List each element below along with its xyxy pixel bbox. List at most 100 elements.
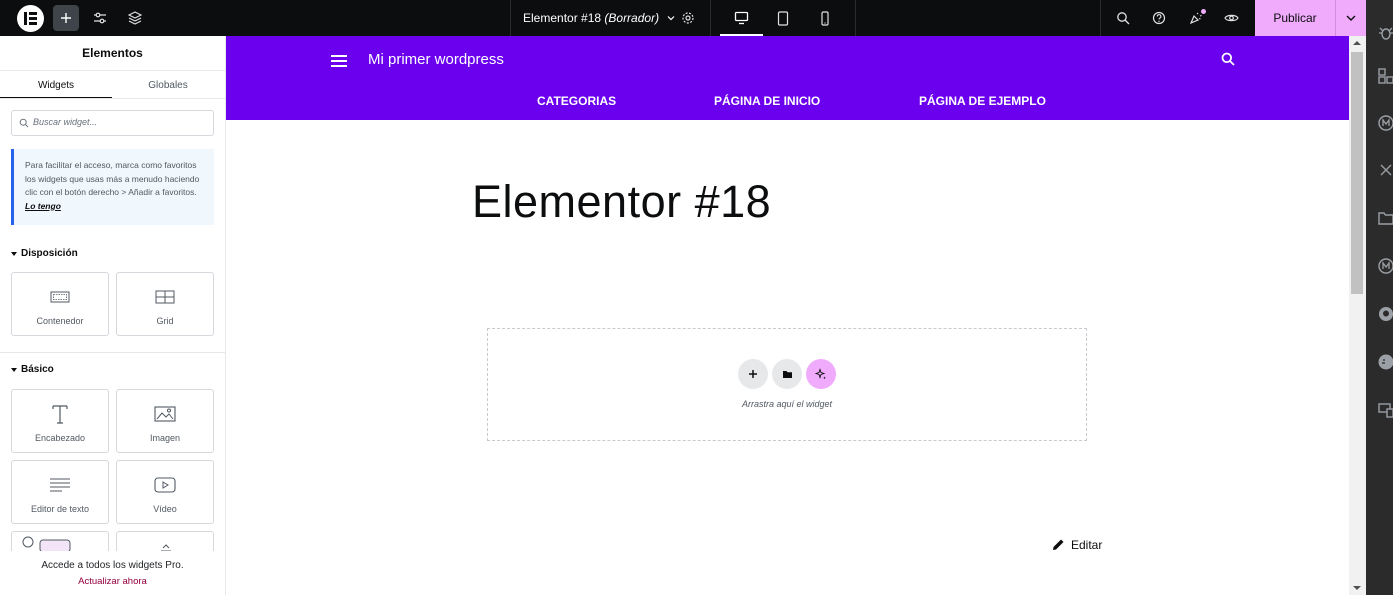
search-icon: [19, 118, 29, 128]
scroll-thumb[interactable]: [1351, 52, 1363, 294]
document-status: (Borrador): [604, 11, 660, 25]
widget-partial[interactable]: [11, 531, 109, 552]
widget-label: Contenedor: [36, 316, 84, 326]
tablet-view-button[interactable]: [770, 5, 796, 31]
mobile-view-button[interactable]: [812, 5, 838, 31]
desktop-view-button[interactable]: [728, 5, 754, 31]
widget-label: Encabezado: [34, 433, 86, 443]
pro-promo: Accede a todos los widgets Pro. Actualiz…: [0, 551, 225, 595]
widget-editor-de-texto[interactable]: Editor de texto: [11, 460, 109, 524]
widget-contenedor[interactable]: Contenedor: [11, 272, 109, 336]
nav-item-pagina-de-inicio[interactable]: PÁGINA DE INICIO: [714, 94, 820, 108]
divider: [1100, 0, 1101, 36]
m-logo-icon[interactable]: [1378, 258, 1393, 274]
divider: [855, 0, 856, 36]
widget-encabezado[interactable]: Encabezado: [11, 389, 109, 453]
tab-globales[interactable]: Globales: [112, 72, 224, 99]
chevron-down-icon: [1346, 15, 1356, 21]
upgrade-link[interactable]: Actualizar ahora: [0, 576, 225, 587]
widget-label: Editor de texto: [30, 504, 90, 514]
nav-item-categorias[interactable]: CATEGORIAS: [537, 94, 616, 108]
desktop-icon: [734, 11, 748, 25]
page-settings-icon: [682, 12, 694, 24]
tablet-icon: [777, 10, 789, 26]
elements-panel: Elementos Widgets Globales Para facilita…: [0, 36, 226, 595]
tools-icon[interactable]: [1378, 162, 1393, 178]
divider: [510, 0, 511, 36]
widget-search: [11, 110, 214, 136]
promo-text: Accede a todos los widgets Pro.: [41, 560, 184, 571]
heading-icon: [52, 405, 68, 424]
plus-icon: [749, 370, 757, 378]
finder-button[interactable]: [1110, 5, 1136, 31]
search-input[interactable]: [33, 117, 203, 127]
add-element-button[interactable]: [53, 5, 79, 31]
search-icon[interactable]: [1221, 52, 1235, 66]
help-icon: [1152, 11, 1166, 25]
notification-dot: [1201, 9, 1206, 14]
divider: [710, 0, 711, 36]
preview-icon: [1223, 14, 1239, 22]
devices-icon[interactable]: [1378, 402, 1393, 418]
section-toggle-basico[interactable]: Básico: [11, 364, 54, 375]
scroll-up-arrow-icon[interactable]: [1353, 41, 1361, 45]
dropzone-hint: Arrastra aquí el widget: [741, 399, 833, 409]
empty-section-dropzone[interactable]: Arrastra aquí el widget: [487, 328, 1087, 441]
panel-title: Elementos: [0, 36, 225, 71]
grid-icon: [155, 290, 175, 304]
elementor-logo-icon[interactable]: [17, 5, 44, 32]
site-title[interactable]: Mi primer wordpress: [368, 51, 504, 68]
widget-label: Vídeo: [153, 504, 177, 514]
document-title: Elementor #18: [523, 11, 602, 25]
publish-button[interactable]: Publicar: [1255, 0, 1335, 36]
divider: [0, 98, 225, 99]
folder-icon[interactable]: [1378, 210, 1393, 226]
m-logo-icon[interactable]: [1378, 115, 1393, 131]
widget-imagen[interactable]: Imagen: [116, 389, 214, 453]
structure-icon: [128, 11, 142, 25]
tab-widgets[interactable]: Widgets: [0, 72, 112, 99]
page-settings-button[interactable]: [675, 5, 701, 31]
layout-icon[interactable]: [1378, 68, 1393, 84]
edit-label: Editar: [1071, 537, 1103, 552]
caret-down-icon: [11, 367, 17, 372]
document-title-dropdown[interactable]: Elementor #18 (Borrador): [523, 11, 676, 25]
publish-options-button[interactable]: [1336, 0, 1366, 36]
bug-icon[interactable]: [1378, 25, 1393, 41]
scroll-down-arrow-icon[interactable]: [1353, 586, 1361, 590]
structure-button[interactable]: [122, 5, 148, 31]
json-icon[interactable]: [1378, 354, 1393, 370]
menu-icon[interactable]: [331, 55, 347, 67]
nav-item-pagina-de-ejemplo[interactable]: PÁGINA DE EJEMPLO: [919, 94, 1046, 108]
edit-button[interactable]: Editar: [1051, 537, 1102, 552]
text-editor-icon: [50, 478, 70, 492]
notice-text: Para facilitar el acceso, marca como fav…: [25, 160, 200, 197]
add-section-button[interactable]: [738, 359, 768, 389]
section-title: Básico: [21, 364, 54, 375]
notice-dismiss-link[interactable]: Lo tengo: [25, 201, 61, 211]
pencil-icon: [1053, 539, 1064, 550]
widget-label: Grid: [156, 316, 174, 326]
section-title: Disposición: [21, 248, 78, 259]
help-button[interactable]: [1146, 5, 1172, 31]
preview-scrollbar[interactable]: [1349, 36, 1366, 595]
image-icon: [154, 406, 176, 422]
ai-sparkle-icon: [815, 368, 826, 380]
video-icon: [154, 477, 176, 493]
caret-down-icon: [11, 251, 17, 256]
site-settings-icon: [94, 12, 106, 24]
widget-grid[interactable]: Grid: [116, 272, 214, 336]
site-settings-button[interactable]: [87, 5, 113, 31]
widget-video[interactable]: Vídeo: [116, 460, 214, 524]
ai-generate-button[interactable]: [806, 359, 836, 389]
preview-button[interactable]: [1218, 5, 1244, 31]
github-icon[interactable]: [1378, 306, 1393, 322]
widget-label: Imagen: [149, 433, 181, 443]
container-icon: [50, 291, 70, 303]
add-template-button[interactable]: [772, 359, 802, 389]
section-toggle-disposicion[interactable]: Disposición: [11, 248, 78, 259]
mobile-icon: [821, 10, 829, 26]
widget-partial[interactable]: [116, 531, 214, 552]
folder-icon: [782, 371, 792, 378]
divider: [0, 352, 225, 353]
